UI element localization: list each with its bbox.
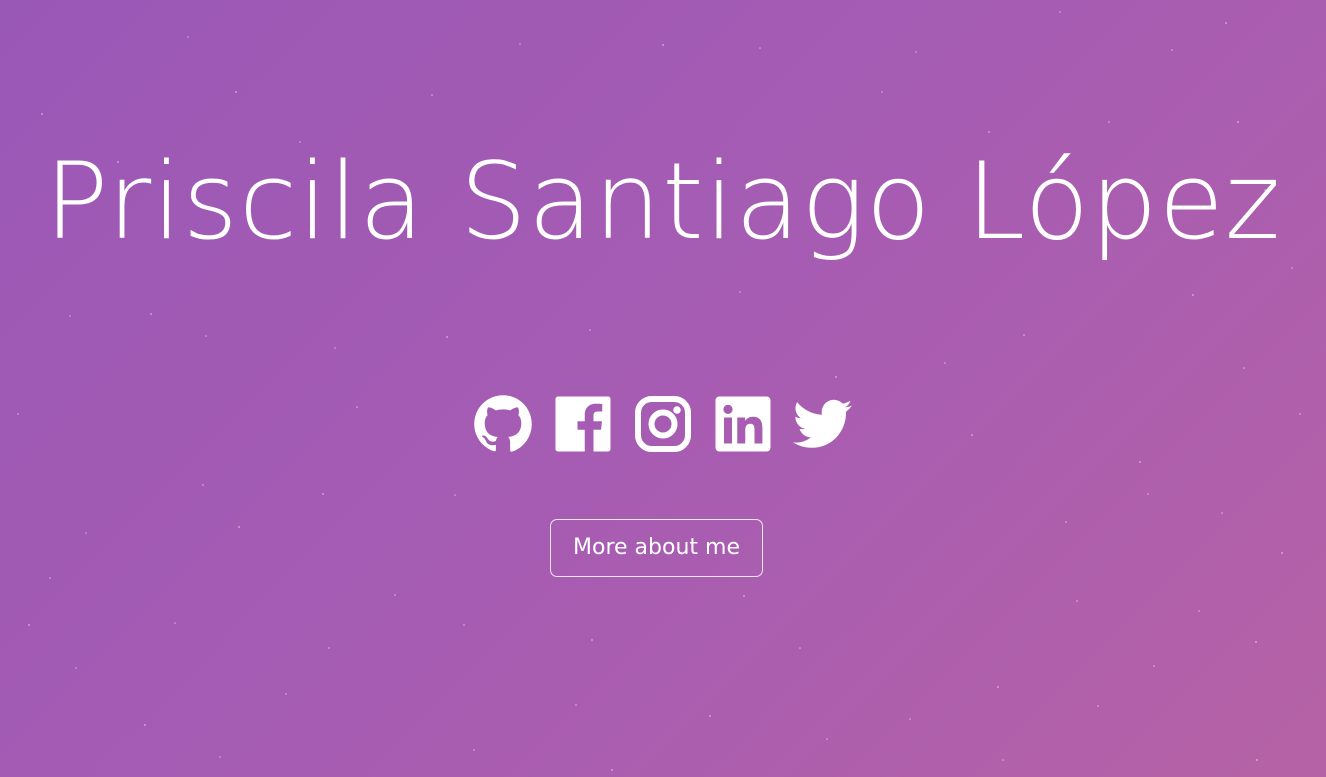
facebook-icon xyxy=(555,396,611,452)
github-link[interactable] xyxy=(473,394,533,454)
facebook-link[interactable] xyxy=(553,394,613,454)
twitter-link[interactable] xyxy=(793,394,853,454)
instagram-link[interactable] xyxy=(633,394,693,454)
linkedin-icon xyxy=(715,396,771,452)
linkedin-link[interactable] xyxy=(713,394,773,454)
github-icon xyxy=(474,395,532,452)
social-links xyxy=(0,394,1326,454)
twitter-icon xyxy=(793,399,852,448)
hero-name-heading: Priscila Santiago López xyxy=(44,140,1282,263)
more-about-me-button[interactable]: More about me xyxy=(550,519,763,577)
instagram-icon xyxy=(635,396,691,452)
hero-section: Priscila Santiago López More about me xyxy=(0,0,1326,777)
